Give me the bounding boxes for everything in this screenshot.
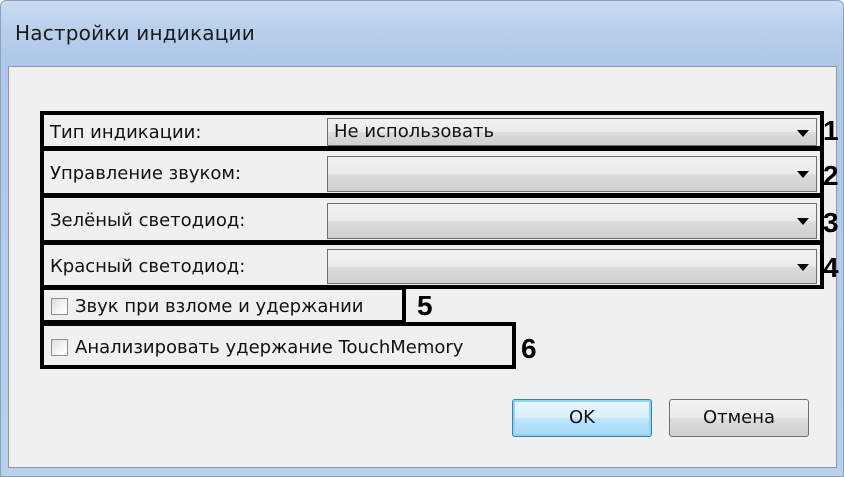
analyze-touchmemory-label[interactable]: Анализировать удержание TouchMemory (75, 337, 463, 358)
red-led-row: Красный светодиод: (40, 241, 824, 289)
sound-on-breach-label[interactable]: Звук при взломе и удержании (75, 296, 364, 317)
sound-control-select[interactable] (327, 156, 817, 192)
green-led-select[interactable] (327, 203, 817, 239)
dialog-window: Настройки индикации Тип индикации: Не ис… (0, 0, 844, 477)
analyze-touchmemory-group: Анализировать удержание TouchMemory (40, 322, 516, 369)
green-led-label: Зелёный светодиод: (50, 210, 246, 231)
annotation-marker-5: 5 (417, 290, 433, 321)
indication-type-select[interactable]: Не использовать (327, 118, 817, 146)
window-title: Настройки индикации (15, 21, 255, 45)
chevron-down-icon (797, 264, 809, 271)
checkbox-unchecked-icon[interactable] (51, 339, 68, 356)
indication-type-row: Тип индикации: Не использовать (40, 111, 824, 150)
cancel-button[interactable]: Отмена (669, 399, 809, 437)
annotation-marker-4: 4 (823, 252, 839, 283)
red-led-select[interactable] (327, 249, 817, 284)
green-led-row: Зелёный светодиод: (40, 194, 824, 244)
chevron-down-icon (797, 218, 809, 225)
checkbox-unchecked-icon[interactable] (51, 298, 68, 315)
annotation-marker-1: 1 (823, 115, 839, 146)
annotation-marker-3: 3 (823, 207, 839, 238)
ok-button[interactable]: OK (512, 399, 652, 437)
dialog-client-area: Тип индикации: Не использовать 1 Управле… (8, 66, 839, 468)
sound-on-breach-group: Звук при взломе и удержании (40, 286, 406, 324)
annotation-marker-2: 2 (823, 160, 839, 191)
chevron-down-icon (797, 171, 809, 178)
indication-type-value: Не использовать (334, 121, 495, 142)
red-led-label: Красный светодиод: (50, 256, 246, 277)
indication-type-label: Тип индикации: (50, 122, 202, 143)
sound-control-label: Управление звуком: (50, 163, 242, 184)
chevron-down-icon (797, 130, 809, 137)
annotation-marker-6: 6 (521, 333, 537, 364)
sound-control-row: Управление звуком: (40, 147, 824, 197)
